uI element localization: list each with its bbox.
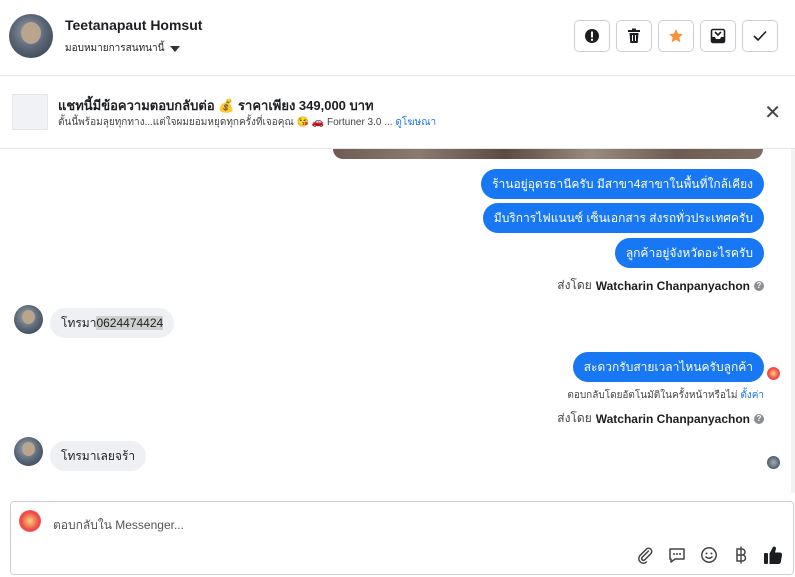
delete-button[interactable] [616,20,652,52]
contact-avatar-small[interactable] [14,437,43,466]
star-icon [669,29,683,43]
sender-name: Watcharin Chanpanyachon [595,411,750,426]
caret-down-icon [170,46,181,52]
emoji-icon[interactable] [699,545,719,565]
outgoing-message[interactable]: สะดวกรับสายเวลาไหนครับลูกค้า [572,352,764,382]
settings-link[interactable]: ตั้งค่า [740,390,764,401]
contact-name[interactable]: Teetanapaut Homsut [65,17,202,33]
highlighted-phone-number[interactable]: 0624474424 [96,316,164,330]
move-to-inbox-button[interactable] [700,20,736,52]
sent-by-prefix: ส่งโดย [557,278,592,292]
contact-avatar-small[interactable] [14,305,43,334]
baht-icon[interactable] [731,545,751,565]
conversation-header: Teetanapaut Homsut มอบหมายการสนทนานี้ [0,0,795,76]
outgoing-message[interactable]: มีบริการไฟแนนซ์ เซ็นเอกสาร ส่งรถทั่วประเ… [482,203,764,233]
shared-photo[interactable] [333,149,763,159]
reply-composer[interactable]: ตอบกลับใน Messenger... [10,501,794,575]
seen-avatar [767,367,780,380]
assign-label: มอบหมายการสนทนานี้ [65,43,165,54]
message-text: โทรมา [61,316,97,330]
check-icon [753,30,767,42]
ad-banner: แชทนี้มีข้อความตอบกลับต่อ 💰 ราคาเพียง 34… [0,77,795,149]
inbox-icon [710,28,726,44]
sent-by-prefix: ส่งโดย [557,411,592,425]
ad-thumbnail[interactable] [12,94,48,130]
sender-name: Watcharin Chanpanyachon [595,278,750,293]
incoming-message[interactable]: โทรมาเลยจร้า [50,441,147,471]
outgoing-message[interactable]: ลูกค้าอยู่จังหวัดอะไรครับ [614,238,764,268]
saved-reply-icon[interactable] [667,545,687,565]
attachment-icon[interactable] [635,545,655,565]
view-ad-link[interactable]: ดูโฆษณา [395,117,436,128]
incoming-message[interactable]: โทรมา0624474424 [50,308,175,338]
sent-by-label: ส่งโดย Watcharin Chanpanyachon ? [557,409,764,428]
reply-input[interactable]: ตอบกลับใน Messenger... [53,516,184,535]
trash-icon [628,28,640,43]
info-icon[interactable]: ? [754,413,764,424]
assign-conversation-dropdown[interactable]: มอบหมายการสนทนานี้ [65,41,181,56]
ad-subtitle: ตั้นนี้พร้อมลุยทุกทาง...แต่ใจผมยอมหยุดทุ… [58,115,436,130]
ad-title: แชทนี้มีข้อความตอบกลับต่อ 💰 ราคาเพียง 34… [58,98,374,113]
contact-avatar[interactable] [9,14,53,58]
alert-circle-icon [585,29,599,43]
ad-subtitle-text: ตั้นนี้พร้อมลุยทุกทาง...แต่ใจผมยอมหยุดทุ… [58,117,393,128]
conversation-actions [574,20,778,52]
scrollbar[interactable] [791,149,795,493]
sent-by-label: ส่งโดย Watcharin Chanpanyachon ? [557,276,764,295]
page-avatar [19,510,41,532]
close-icon[interactable]: ✕ [764,103,781,123]
star-button[interactable] [658,20,694,52]
info-icon[interactable]: ? [754,280,764,291]
outgoing-message[interactable]: ร้านอยู่อุดรธานีครับ มีสาขา4สาขาในพื้นที… [481,169,764,199]
composer-toolbar [635,545,783,565]
seen-avatar [767,456,780,469]
mark-done-button[interactable] [742,20,778,52]
mark-spam-button[interactable] [574,20,610,52]
auto-reply-note: ตอบกลับโดยอัตโนมัติในครั้งหน้าหรือไม่ ตั… [567,388,764,403]
like-icon[interactable] [763,545,783,565]
auto-reply-text: ตอบกลับโดยอัตโนมัติในครั้งหน้าหรือไม่ [567,390,738,401]
